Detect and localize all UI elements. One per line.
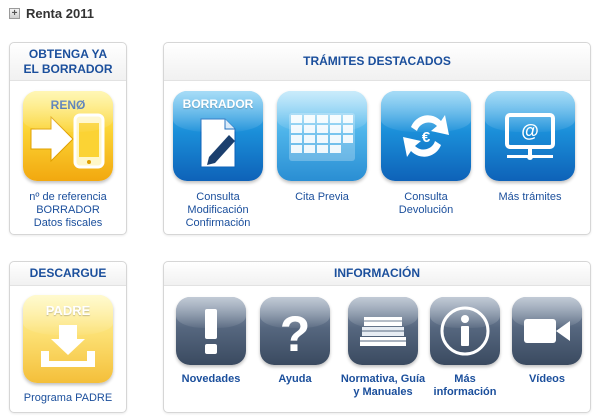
informacion-panel: INFORMACIÓN Novedades ? Ayuda Normativa,…	[163, 261, 591, 413]
page-title: Renta 2011	[26, 5, 94, 21]
borrador-heading-line1: OBTENGA YA	[28, 46, 108, 61]
refund-arrows-icon[interactable]: €	[381, 91, 471, 181]
reno-tile[interactable]: RENØ nº de referencia BORRADOR Datos fis…	[10, 91, 126, 230]
info-novedades-caption: Novedades	[172, 373, 250, 386]
tramite-cita-line1: Cita Previa	[295, 191, 349, 203]
tramite-borrador-line3: Confirmación	[185, 217, 251, 229]
tramite-cita-caption: Cita Previa	[274, 191, 370, 204]
info-novedades-tile[interactable]: Novedades	[172, 297, 250, 386]
tramite-devolucion-line1: Consulta	[404, 191, 448, 203]
tramite-devolucion-caption: Consulta Devolución	[378, 191, 474, 217]
svg-text:?: ?	[280, 306, 311, 362]
informacion-panel-heading: INFORMACIÓN	[164, 262, 590, 286]
info-icon[interactable]	[430, 297, 500, 365]
info-mas-line1: Más	[454, 373, 476, 385]
calendar-icon[interactable]	[277, 91, 367, 181]
info-videos-tile[interactable]: Vídeos	[508, 297, 586, 386]
info-ayuda-caption: Ayuda	[256, 373, 334, 386]
tramite-borrador-caption: Consulta Modificación Confirmación	[170, 191, 266, 230]
tramite-borrador-line1: Consulta	[196, 191, 240, 203]
tramite-borrador-line2: Modificación	[187, 204, 249, 216]
reno-caption-line2: BORRADOR	[36, 204, 100, 216]
tramite-devolucion-line2: Devolución	[398, 204, 454, 216]
exclamation-icon[interactable]	[176, 297, 246, 365]
borrador-panel-heading: OBTENGA YA EL BORRADOR	[10, 43, 126, 81]
info-normativa-caption: Normativa, Guía y Manuales	[338, 373, 428, 399]
question-icon[interactable]: ?	[260, 297, 330, 365]
page-header: + Renta 2011	[9, 5, 94, 21]
info-mas-caption: Más información	[426, 373, 504, 399]
borrador-document-icon[interactable]: BORRADOR	[173, 91, 263, 181]
download-padre-icon[interactable]: PADRE	[23, 295, 113, 383]
video-camera-icon[interactable]	[512, 297, 582, 365]
info-normativa-line2: y Manuales	[353, 386, 413, 398]
tramites-panel-heading: TRÁMITES DESTACADOS	[164, 43, 590, 81]
svg-text:€: €	[422, 129, 431, 146]
reno-caption: nº de referencia BORRADOR Datos fiscales	[10, 191, 126, 230]
borrador-panel: OBTENGA YA EL BORRADOR RENØ nº de refere…	[9, 42, 127, 235]
reno-caption-line1: nº de referencia	[29, 191, 107, 203]
info-videos-line1: Vídeos	[528, 373, 566, 385]
expand-icon[interactable]: +	[9, 7, 20, 19]
info-mas-tile[interactable]: Más información	[426, 297, 504, 399]
tramite-cita-tile[interactable]: Cita Previa	[274, 91, 370, 204]
tramite-mas-line1: Más trámites	[498, 191, 562, 203]
computer-at-icon[interactable]: @	[485, 91, 575, 181]
borrador-heading-line2: EL BORRADOR	[23, 61, 113, 76]
tramites-panel: TRÁMITES DESTACADOS BORRADOR Consulta Mo…	[163, 42, 591, 235]
svg-text:@: @	[521, 121, 539, 141]
info-ayuda-tile[interactable]: ? Ayuda	[256, 297, 334, 386]
info-mas-line2: información	[433, 386, 497, 398]
info-videos-caption: Vídeos	[508, 373, 586, 386]
descargue-panel: DESCARGUE PADRE Programa PADRE	[9, 261, 127, 413]
info-ayuda-line1: Ayuda	[278, 373, 312, 385]
info-normativa-line1: Normativa, Guía	[340, 373, 426, 385]
tramite-mas-caption: Más trámites	[482, 191, 578, 204]
reno-phone-icon[interactable]: RENØ	[23, 91, 113, 181]
descargue-panel-heading: DESCARGUE	[10, 262, 126, 286]
tramite-borrador-tile[interactable]: BORRADOR Consulta Modificación Confirmac…	[170, 91, 266, 230]
padre-tile[interactable]: PADRE Programa PADRE	[10, 295, 126, 405]
books-icon[interactable]	[348, 297, 418, 365]
tramite-devolucion-tile[interactable]: € Consulta Devolución	[378, 91, 474, 217]
padre-caption: Programa PADRE	[23, 392, 113, 404]
tramite-mas-tile[interactable]: @ Más trámites	[482, 91, 578, 204]
info-normativa-tile[interactable]: Normativa, Guía y Manuales	[338, 297, 428, 399]
reno-caption-line3: Datos fiscales	[33, 217, 103, 229]
info-novedades-line1: Novedades	[181, 373, 241, 385]
